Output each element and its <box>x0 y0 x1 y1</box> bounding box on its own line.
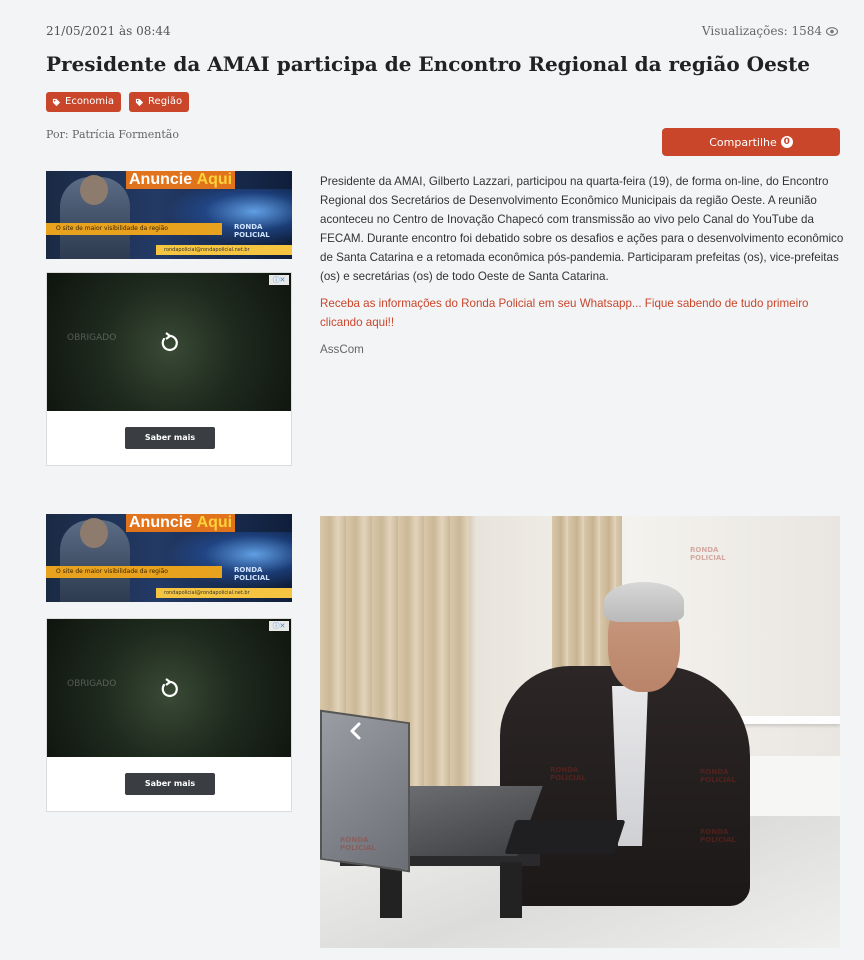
article-page: 21/05/2021 às 08:44 Visualizações: 1584 … <box>0 0 864 960</box>
chevron-left-icon[interactable] <box>346 721 366 741</box>
photo-shelf <box>740 716 840 724</box>
views-label: Visualizações: 1584 <box>701 24 822 38</box>
ad-banner-head <box>80 518 108 548</box>
ad-banner-graphic <box>166 189 292 245</box>
ad-banner-brand: RONDA POLICIAL <box>234 566 270 582</box>
photo-watermark: RONDA POLICIAL <box>690 546 726 562</box>
reload-icon[interactable] <box>157 331 181 355</box>
share-button[interactable]: Compartilhe 0 <box>662 128 840 156</box>
article-paragraph: Presidente da AMAI, Gilberto Lazzari, pa… <box>320 175 844 283</box>
whatsapp-link[interactable]: Receba as informações do Ronda Policial … <box>320 294 844 332</box>
article-photo[interactable]: RONDA POLICIAL RONDA POLICIAL RONDA POLICIA… <box>320 516 840 948</box>
article-source: AssCom <box>320 343 364 356</box>
eye-icon <box>826 26 838 36</box>
tag-icon <box>135 98 144 106</box>
ad-watermark: OBRIGADO <box>67 333 117 343</box>
ad-banner[interactable]: Anuncie Aqui O site de maior visibilidad… <box>46 514 292 602</box>
photo-watermark: RONDA POLICIAL <box>340 836 376 852</box>
tag-regiao[interactable]: Região <box>129 92 190 112</box>
photo-stand-leg <box>500 862 522 918</box>
article-body: Presidente da AMAI, Gilberto Lazzari, pa… <box>320 172 844 367</box>
ad-banner-tagline: O site de maior visibilidade da região <box>46 223 222 235</box>
ad-banner-title: Anuncie Aqui <box>126 171 236 189</box>
tag-list: Economia Região <box>46 92 190 112</box>
ad-banner-tagline: O site de maior visibilidade da região <box>46 566 222 578</box>
ad-banner-graphic <box>166 532 292 588</box>
tag-economia[interactable]: Economia <box>46 92 122 112</box>
page-title: Presidente da AMAI participa de Encontro… <box>46 52 811 76</box>
tag-label: Região <box>148 96 183 107</box>
ad-box[interactable]: OBRIGADO ⓘ✕ Saber mais <box>46 618 292 812</box>
adchoices-icon[interactable]: ⓘ✕ <box>269 621 289 631</box>
ad-image: OBRIGADO <box>47 273 291 411</box>
post-date: 21/05/2021 às 08:44 <box>46 24 171 38</box>
ad-image: OBRIGADO <box>47 619 291 757</box>
adchoices-icon[interactable]: ⓘ✕ <box>269 275 289 285</box>
ad-banner-brand: RONDA POLICIAL <box>234 223 270 239</box>
share-label: Compartilhe <box>709 135 777 149</box>
ad-banner-head <box>80 175 108 205</box>
ad-box[interactable]: OBRIGADO ⓘ✕ Saber mais <box>46 272 292 466</box>
share-count-badge: 0 <box>780 136 793 148</box>
photo-watermark: RONDA POLICIAL <box>700 768 736 784</box>
ad-banner-url: rondapolicial@rondapolicial.net.br <box>156 588 292 598</box>
reload-icon[interactable] <box>157 677 181 701</box>
learn-more-button[interactable]: Saber mais <box>125 427 215 449</box>
views-count: Visualizações: 1584 <box>702 24 838 38</box>
author-byline: Por: Patrícia Formentão <box>46 128 179 141</box>
ad-banner[interactable]: Anuncie Aqui O site de maior visibilidad… <box>46 171 292 259</box>
photo-person-hair <box>604 582 684 622</box>
learn-more-button[interactable]: Saber mais <box>125 773 215 795</box>
ad-banner-title: Anuncie Aqui <box>126 514 236 532</box>
tag-label: Economia <box>65 96 115 107</box>
ad-watermark: OBRIGADO <box>67 679 117 689</box>
ad-banner-url: rondapolicial@rondapolicial.net.br <box>156 245 292 255</box>
tag-icon <box>52 98 61 106</box>
photo-watermark: RONDA POLICIAL <box>550 766 586 782</box>
photo-watermark: RONDA POLICIAL <box>700 828 736 844</box>
photo-keyboard <box>504 820 626 854</box>
